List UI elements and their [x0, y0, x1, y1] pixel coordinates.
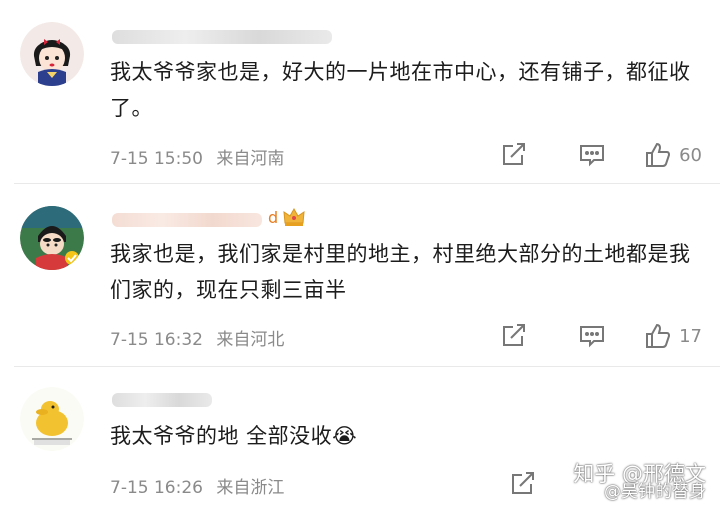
like-icon: [646, 142, 671, 167]
share-icon: [503, 324, 526, 346]
share-icon: [512, 472, 534, 494]
username-partial: d: [268, 208, 279, 227]
comment-text: 我太爷爷的地 全部没收😭: [110, 424, 358, 448]
comment-item: d 我家也是，我们家是村里的地主，村里绝大部分的土地都是我们家的，现在只剩三亩半…: [0, 184, 720, 366]
like-count: 60: [679, 144, 702, 166]
comment-actions: 60: [501, 141, 702, 169]
like-button[interactable]: 17: [645, 323, 702, 349]
comment-meta: 7-15 16:26 来自浙江: [110, 473, 284, 498]
like-count: 17: [679, 325, 702, 347]
like-icon: [646, 323, 671, 348]
comment-text: 我家也是，我们家是村里的地主，村里绝大部分的土地都是我们家的，现在只剩三亩半: [110, 242, 691, 302]
watermark: 知乎 @邢德文 @吴钟的替身: [573, 463, 706, 503]
share-button[interactable]: [510, 472, 536, 496]
avatar[interactable]: [20, 206, 84, 270]
comment-time: 7-15 16:26: [110, 478, 203, 498]
comment-item: 我太爷爷家也是，好大的一片地在市中心，还有铺子，都征收了。 7-15 15:50…: [0, 0, 720, 183]
comment-location: 来自浙江: [216, 478, 285, 498]
comment-actions: 17: [501, 322, 702, 350]
comment-text: 我太爷爷家也是，好大的一片地在市中心，还有铺子，都征收了。: [110, 60, 691, 120]
avatar[interactable]: [20, 22, 84, 86]
avatar[interactable]: [20, 387, 84, 451]
comment-button[interactable]: [579, 143, 605, 167]
share-button[interactable]: [501, 324, 527, 348]
comment-location: 来自河南: [216, 149, 285, 169]
comment-list: 我太爷爷家也是，好大的一片地在市中心，还有铺子，都征收了。 7-15 15:50…: [0, 0, 720, 511]
comment-button[interactable]: [579, 324, 605, 348]
share-button[interactable]: [501, 143, 527, 167]
comment-meta: 7-15 15:50 来自河南: [110, 144, 284, 169]
crown-icon: [283, 207, 305, 227]
share-icon: [503, 143, 526, 165]
comment-meta: 7-15 16:32 来自河北: [110, 325, 284, 350]
comment-time: 7-15 16:32: [110, 330, 203, 350]
comment-icon: [580, 326, 605, 348]
comment-location: 来自河北: [216, 330, 285, 350]
comment-icon: [580, 145, 605, 167]
like-button[interactable]: 60: [645, 142, 702, 168]
comment-time: 7-15 15:50: [110, 149, 203, 169]
